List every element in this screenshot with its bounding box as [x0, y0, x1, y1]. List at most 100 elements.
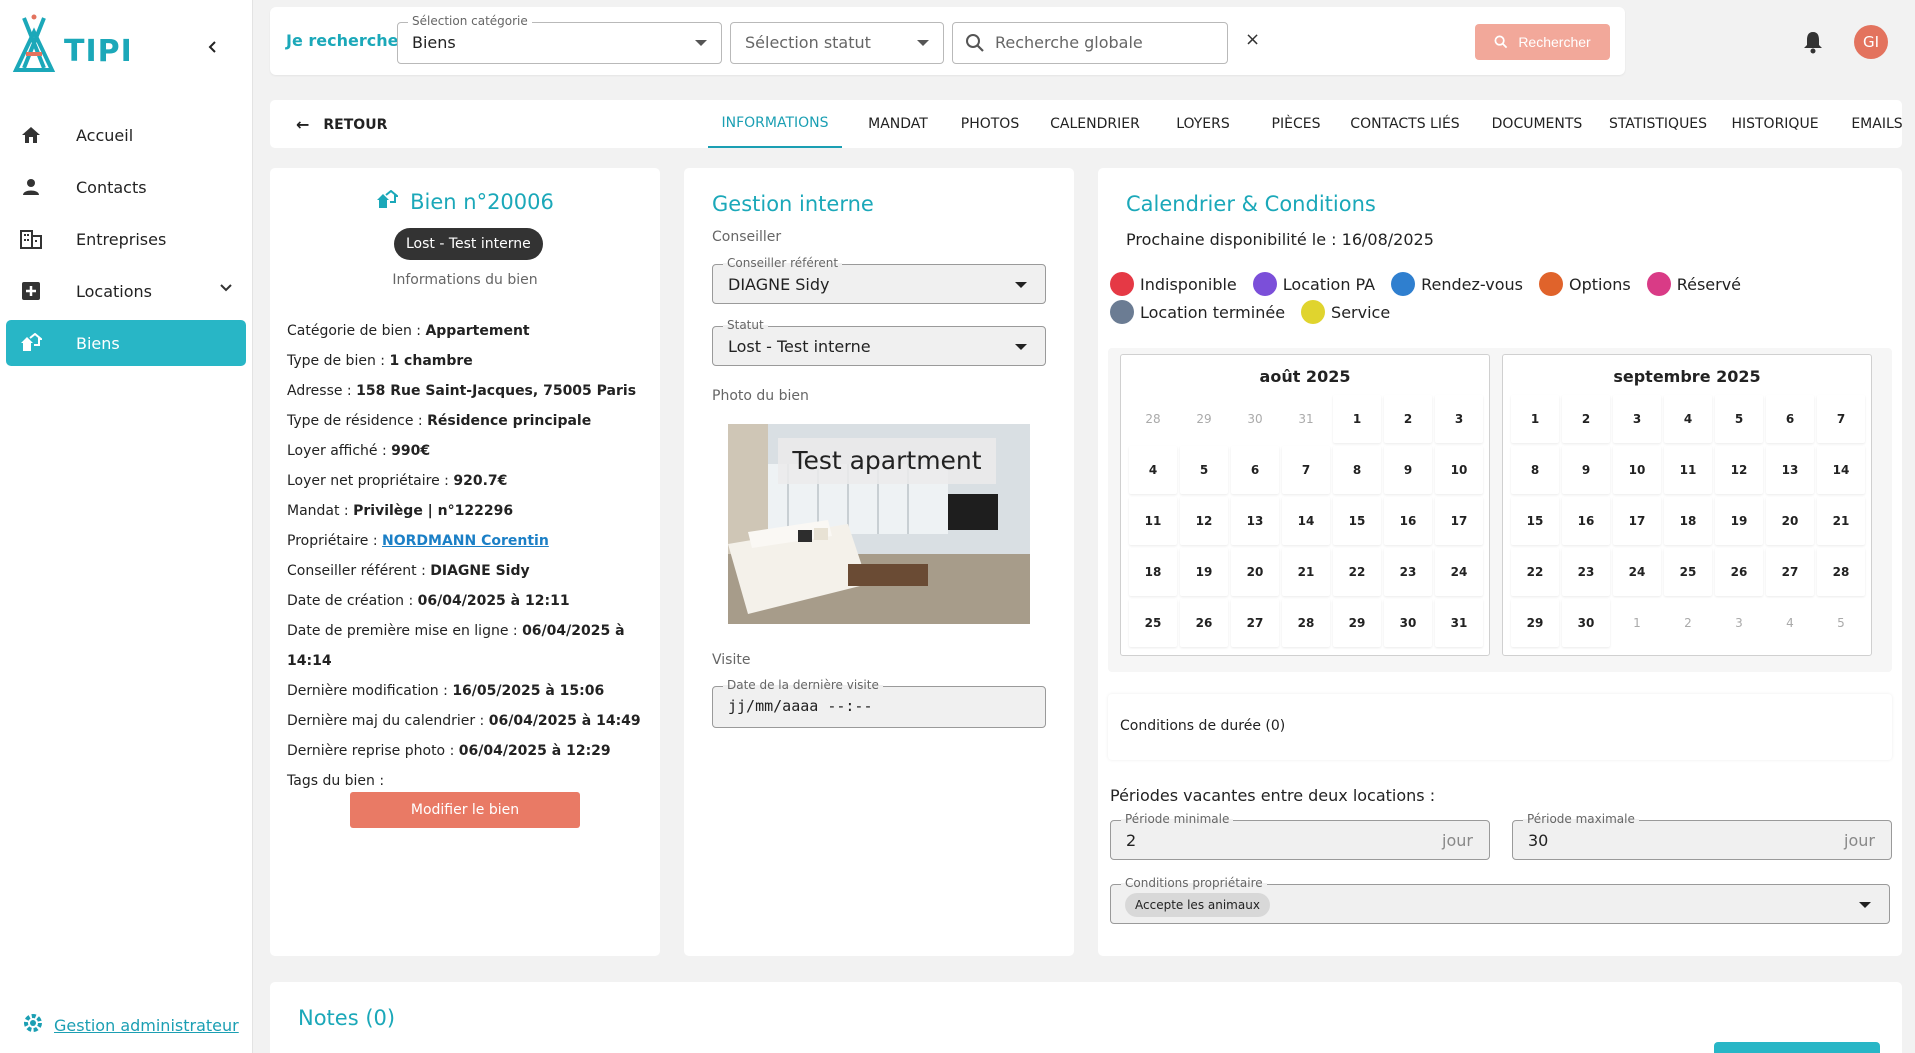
tab-pieces[interactable]: Pièces: [1250, 100, 1342, 148]
calendar-day[interactable]: 9: [1562, 446, 1610, 494]
add-note-button[interactable]: [1714, 1042, 1880, 1053]
calendar-day[interactable]: 1: [1511, 395, 1559, 443]
calendar-day[interactable]: 19: [1715, 497, 1763, 545]
condition-chip[interactable]: Accepte les animaux: [1125, 893, 1270, 917]
calendar-day[interactable]: 5: [1180, 446, 1228, 494]
calendar-day[interactable]: 19: [1180, 548, 1228, 596]
calendar-day[interactable]: 10: [1435, 446, 1483, 494]
calendar-day[interactable]: 7: [1282, 446, 1330, 494]
calendar-day-outside[interactable]: 29: [1180, 395, 1228, 443]
tab-mandat[interactable]: Mandat: [854, 100, 942, 148]
tab-statistiques[interactable]: Statistiques: [1596, 100, 1720, 148]
calendar-day[interactable]: 28: [1817, 548, 1865, 596]
chevron-down-icon[interactable]: [218, 280, 234, 300]
calendar-day[interactable]: 18: [1664, 497, 1712, 545]
admin-link[interactable]: Gestion administrateur: [22, 1012, 239, 1038]
sidebar-item-biens[interactable]: Biens: [6, 320, 246, 366]
statut-select[interactable]: Statut Lost - Test interne: [712, 318, 1046, 366]
calendar-day[interactable]: 2: [1562, 395, 1610, 443]
calendar-day[interactable]: 6: [1231, 446, 1279, 494]
calendar-day[interactable]: 24: [1613, 548, 1661, 596]
back-button[interactable]: ← RETOUR: [296, 115, 387, 134]
calendar-day[interactable]: 23: [1562, 548, 1610, 596]
tab-contacts-lies[interactable]: Contacts liés: [1336, 100, 1474, 148]
calendar-day[interactable]: 8: [1333, 446, 1381, 494]
calendar-day[interactable]: 25: [1129, 599, 1177, 647]
calendar-day[interactable]: 29: [1333, 599, 1381, 647]
tab-documents[interactable]: Documents: [1476, 100, 1598, 148]
calendar-day[interactable]: 9: [1384, 446, 1432, 494]
bell-icon[interactable]: [1802, 30, 1824, 58]
calendar-day-outside[interactable]: 2: [1664, 599, 1712, 647]
sidebar-item-locations[interactable]: Locations: [6, 268, 246, 314]
sidebar-item-accueil[interactable]: Accueil: [6, 112, 246, 158]
calendar-day[interactable]: 11: [1664, 446, 1712, 494]
calendar-day[interactable]: 14: [1817, 446, 1865, 494]
calendar-day[interactable]: 6: [1766, 395, 1814, 443]
calendar-day[interactable]: 4: [1129, 446, 1177, 494]
calendar-day[interactable]: 25: [1664, 548, 1712, 596]
calendar-day[interactable]: 12: [1180, 497, 1228, 545]
calendar-day[interactable]: 20: [1766, 497, 1814, 545]
calendar-day-outside[interactable]: 4: [1766, 599, 1814, 647]
calendar-day[interactable]: 7: [1817, 395, 1865, 443]
calendar-day[interactable]: 27: [1231, 599, 1279, 647]
tab-photos[interactable]: Photos: [948, 100, 1032, 148]
calendar-day[interactable]: 22: [1511, 548, 1559, 596]
tab-emails[interactable]: Emails: [1832, 100, 1915, 148]
calendar-day[interactable]: 27: [1766, 548, 1814, 596]
calendar-day[interactable]: 18: [1129, 548, 1177, 596]
min-period-input[interactable]: Période minimale 2 jour: [1110, 812, 1490, 860]
calendar-day[interactable]: 5: [1715, 395, 1763, 443]
calendar-day[interactable]: 23: [1384, 548, 1432, 596]
calendar-day[interactable]: 21: [1817, 497, 1865, 545]
calendar-day[interactable]: 26: [1715, 548, 1763, 596]
calendar-day-outside[interactable]: 31: [1282, 395, 1330, 443]
sidebar-item-contacts[interactable]: Contacts: [6, 164, 246, 210]
calendar-day-outside[interactable]: 3: [1715, 599, 1763, 647]
calendar-day[interactable]: 3: [1435, 395, 1483, 443]
search-button[interactable]: Rechercher: [1475, 24, 1610, 60]
calendar-day[interactable]: 4: [1664, 395, 1712, 443]
category-select[interactable]: Sélection catégorie Biens: [397, 14, 722, 64]
calendar-day[interactable]: 21: [1282, 548, 1330, 596]
calendar-day[interactable]: 10: [1613, 446, 1661, 494]
calendar-day[interactable]: 12: [1715, 446, 1763, 494]
calendar-day-outside[interactable]: 1: [1613, 599, 1661, 647]
conseiller-select[interactable]: Conseiller référent DIAGNE Sidy: [712, 256, 1046, 304]
bien-photo[interactable]: Test apartment: [728, 424, 1030, 624]
calendar-day[interactable]: 14: [1282, 497, 1330, 545]
calendar-day[interactable]: 28: [1282, 599, 1330, 647]
calendar-day[interactable]: 20: [1231, 548, 1279, 596]
owner-conditions-select[interactable]: Conditions propriétaire Accepte les anim…: [1110, 876, 1890, 924]
calendar-day-outside[interactable]: 28: [1129, 395, 1177, 443]
calendar-day-outside[interactable]: 30: [1231, 395, 1279, 443]
owner-link[interactable]: NORDMANN Corentin: [382, 533, 549, 549]
max-period-input[interactable]: Période maximale 30 jour: [1512, 812, 1892, 860]
calendar-day[interactable]: 13: [1766, 446, 1814, 494]
clear-search-button[interactable]: ×: [1245, 29, 1260, 50]
calendar-day[interactable]: 31: [1435, 599, 1483, 647]
collapse-sidebar-button[interactable]: [200, 36, 226, 62]
calendar-day[interactable]: 26: [1180, 599, 1228, 647]
calendar-day[interactable]: 30: [1562, 599, 1610, 647]
calendar-day[interactable]: 29: [1511, 599, 1559, 647]
calendar-day[interactable]: 2: [1384, 395, 1432, 443]
duration-conditions[interactable]: Conditions de durée (0): [1108, 694, 1892, 760]
tab-historique[interactable]: Historique: [1714, 100, 1836, 148]
calendar-day[interactable]: 17: [1613, 497, 1661, 545]
last-visit-date-input[interactable]: Date de la dernière visite jj/mm/aaaa --…: [712, 678, 1046, 728]
global-search-input[interactable]: Recherche globale: [952, 22, 1228, 64]
edit-bien-button[interactable]: Modifier le bien: [350, 792, 580, 828]
calendar-day[interactable]: 3: [1613, 395, 1661, 443]
tab-loyers[interactable]: Loyers: [1156, 100, 1250, 148]
calendar-day[interactable]: 16: [1384, 497, 1432, 545]
calendar-day[interactable]: 13: [1231, 497, 1279, 545]
calendar-day[interactable]: 30: [1384, 599, 1432, 647]
avatar[interactable]: GI: [1854, 25, 1888, 59]
tab-calendrier[interactable]: Calendrier: [1036, 100, 1154, 148]
calendar-day[interactable]: 15: [1333, 497, 1381, 545]
calendar-day[interactable]: 11: [1129, 497, 1177, 545]
calendar-day-outside[interactable]: 5: [1817, 599, 1865, 647]
calendar-day[interactable]: 22: [1333, 548, 1381, 596]
